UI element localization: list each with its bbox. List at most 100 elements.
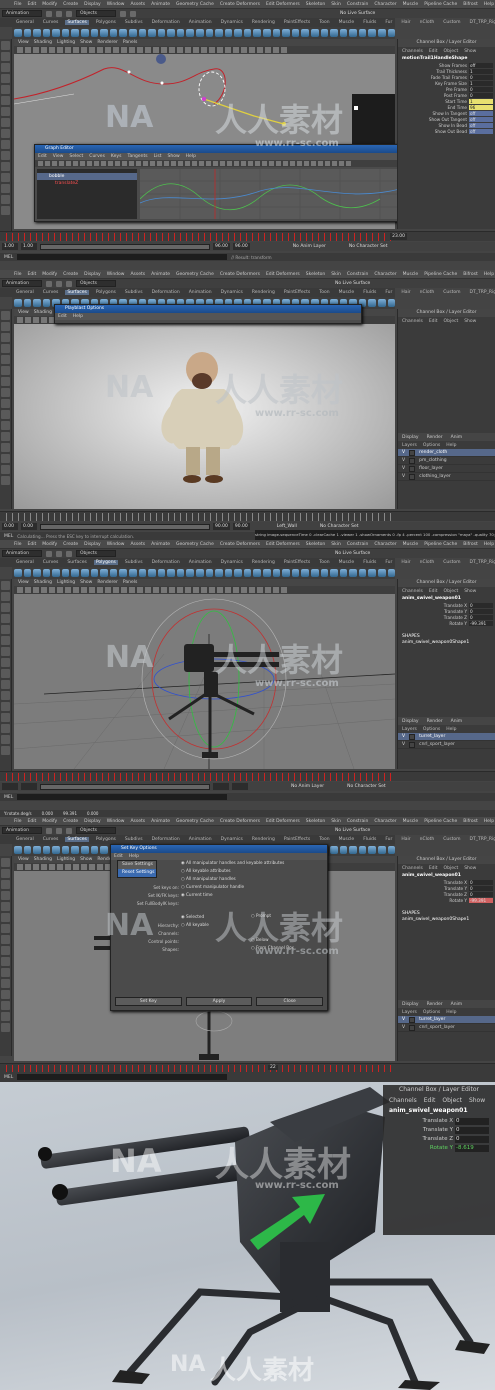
shelf-tab[interactable]: nCloth xyxy=(418,290,437,295)
shelf-tool-icon[interactable] xyxy=(310,569,319,577)
shelf-tool-icon[interactable] xyxy=(339,569,348,577)
shelf-tool-icon[interactable] xyxy=(377,29,386,37)
attribute-value[interactable]: 96 xyxy=(469,105,493,110)
viewport-tool-icon[interactable] xyxy=(217,587,223,593)
shelf-tool-icon[interactable] xyxy=(14,569,22,577)
shape-name[interactable]: anim_swivel_weapon0Shape1 xyxy=(398,639,495,647)
channel-box-menu-item[interactable]: Show xyxy=(464,49,476,54)
menu-item[interactable]: Window xyxy=(107,542,125,547)
shelf-tool-icon[interactable] xyxy=(263,29,271,37)
viewport-tool-icon[interactable] xyxy=(185,587,191,593)
attribute-value[interactable]: -8.619 xyxy=(455,1145,489,1152)
mode-dropdown[interactable]: Animation xyxy=(2,827,42,834)
shelf-tab[interactable]: Muscle xyxy=(337,20,357,25)
viewport-tool-icon[interactable] xyxy=(113,47,119,53)
outliner-item[interactable]: bobble xyxy=(37,173,137,180)
graph-editor-tool-icon[interactable] xyxy=(276,161,281,166)
layer-row[interactable]: Vturret_layer xyxy=(398,733,495,741)
layer-tab[interactable]: Render xyxy=(427,435,443,440)
viewport-menu-item[interactable]: Show xyxy=(80,580,92,585)
shelf-tool-icon[interactable] xyxy=(310,29,319,37)
shelf-tab[interactable]: Subdivs xyxy=(123,837,145,842)
attribute-value[interactable]: off xyxy=(469,63,493,68)
keyframe-handle[interactable] xyxy=(354,106,358,110)
layer-color-swatch[interactable] xyxy=(409,1016,416,1023)
menu-item[interactable]: Skin xyxy=(331,542,341,547)
graph-editor-tool-icon[interactable] xyxy=(325,161,330,166)
menu-item[interactable]: Create Deformers xyxy=(220,542,260,547)
viewport-menu-item[interactable]: Show xyxy=(80,40,92,45)
viewport-tool-icon[interactable] xyxy=(153,587,159,593)
shelf-tool-icon[interactable] xyxy=(42,846,51,854)
menu-item[interactable]: Create xyxy=(63,272,78,277)
menu-item-save-settings[interactable]: Save Settings xyxy=(118,861,156,869)
tool-icon[interactable] xyxy=(1,902,10,911)
shelf-tool-icon[interactable] xyxy=(243,569,252,577)
time-slider[interactable]: 23.00 xyxy=(0,231,495,241)
shelf-tool-icon[interactable] xyxy=(368,29,376,37)
shelf-tool-icon[interactable] xyxy=(81,569,89,577)
viewport-tool-icon[interactable] xyxy=(97,864,103,870)
shelf-tab[interactable]: Hair xyxy=(399,20,412,25)
time-slider[interactable] xyxy=(0,511,495,521)
graph-editor-tool-icon[interactable] xyxy=(318,161,323,166)
shelf-tab[interactable]: Animation xyxy=(187,290,214,295)
tool-icon[interactable] xyxy=(1,924,10,933)
layer-tab[interactable]: Render xyxy=(427,719,443,724)
viewport-tool-icon[interactable] xyxy=(105,47,111,53)
shelf-tool-icon[interactable] xyxy=(301,569,309,577)
attribute-value[interactable]: 0 xyxy=(469,75,493,80)
viewport-tool-icon[interactable] xyxy=(65,864,71,870)
save-scene-icon[interactable] xyxy=(66,550,72,557)
shelf-tool-icon[interactable] xyxy=(109,29,118,37)
save-scene-icon[interactable] xyxy=(66,10,72,17)
shelf-tool-icon[interactable] xyxy=(368,299,376,307)
tool-icon[interactable] xyxy=(1,184,10,193)
shelf-tab[interactable]: Polygons xyxy=(94,20,118,25)
snap-icon[interactable] xyxy=(120,10,126,17)
tool-icon[interactable] xyxy=(1,669,10,678)
channel-box-menu-item[interactable]: Object xyxy=(444,319,459,324)
viewport-tool-icon[interactable] xyxy=(25,587,31,593)
tool-icon[interactable] xyxy=(1,713,10,722)
shelf-tool-icon[interactable] xyxy=(81,29,89,37)
shelf-tab[interactable]: Custom xyxy=(441,560,462,565)
graph-editor-tool-icon[interactable] xyxy=(185,161,190,166)
menu-item[interactable]: File xyxy=(14,542,22,547)
shape-name[interactable]: anim_swivel_weapon0Shape1 xyxy=(398,916,495,924)
graph-editor-tool-icon[interactable] xyxy=(94,161,99,166)
layer-color-swatch[interactable] xyxy=(409,457,416,464)
snap-icon[interactable] xyxy=(130,10,136,17)
range-end-field[interactable]: 90.00 xyxy=(213,523,230,530)
menu-item[interactable]: Display xyxy=(84,819,101,824)
menu-item[interactable]: Modify xyxy=(42,542,57,547)
range-end-field[interactable] xyxy=(213,783,229,790)
shelf-tool-icon[interactable] xyxy=(138,29,147,37)
shelf-tab[interactable]: Curves xyxy=(41,20,61,25)
shelf-tool-icon[interactable] xyxy=(368,569,376,577)
viewport-tool-icon[interactable] xyxy=(49,47,55,53)
shelf-tab[interactable]: Fluids xyxy=(361,837,378,842)
shelf-tool-icon[interactable] xyxy=(23,569,32,577)
graph-editor-tool-icon[interactable] xyxy=(206,161,211,166)
shelf-tool-icon[interactable] xyxy=(14,299,22,307)
viewport-tool-icon[interactable] xyxy=(217,47,223,53)
shelf-tool-icon[interactable] xyxy=(272,569,281,577)
menu-item[interactable]: Bifrost xyxy=(463,2,478,7)
radio-option[interactable]: ◉ All manipulator handles and keyable at… xyxy=(181,860,284,868)
tool-icon[interactable] xyxy=(1,724,10,733)
menu-item[interactable]: File xyxy=(14,819,22,824)
layer-color-swatch[interactable] xyxy=(409,741,416,748)
graph-editor-tool-icon[interactable] xyxy=(332,161,337,166)
shelf-tool-icon[interactable] xyxy=(23,846,32,854)
shelf-tool-icon[interactable] xyxy=(377,846,386,854)
menu-item[interactable]: Modify xyxy=(42,2,57,7)
menu-item[interactable]: Assets xyxy=(130,819,145,824)
menu-item[interactable]: Constrain xyxy=(347,819,369,824)
range-end-field[interactable]: 90.00 xyxy=(232,523,250,530)
shelf-tool-icon[interactable] xyxy=(301,29,309,37)
viewport-tool-icon[interactable] xyxy=(17,317,23,323)
menu-item[interactable]: Skeleton xyxy=(306,819,325,824)
layer-tab[interactable]: Anim xyxy=(451,719,463,724)
menu-item[interactable]: Assets xyxy=(130,542,145,547)
